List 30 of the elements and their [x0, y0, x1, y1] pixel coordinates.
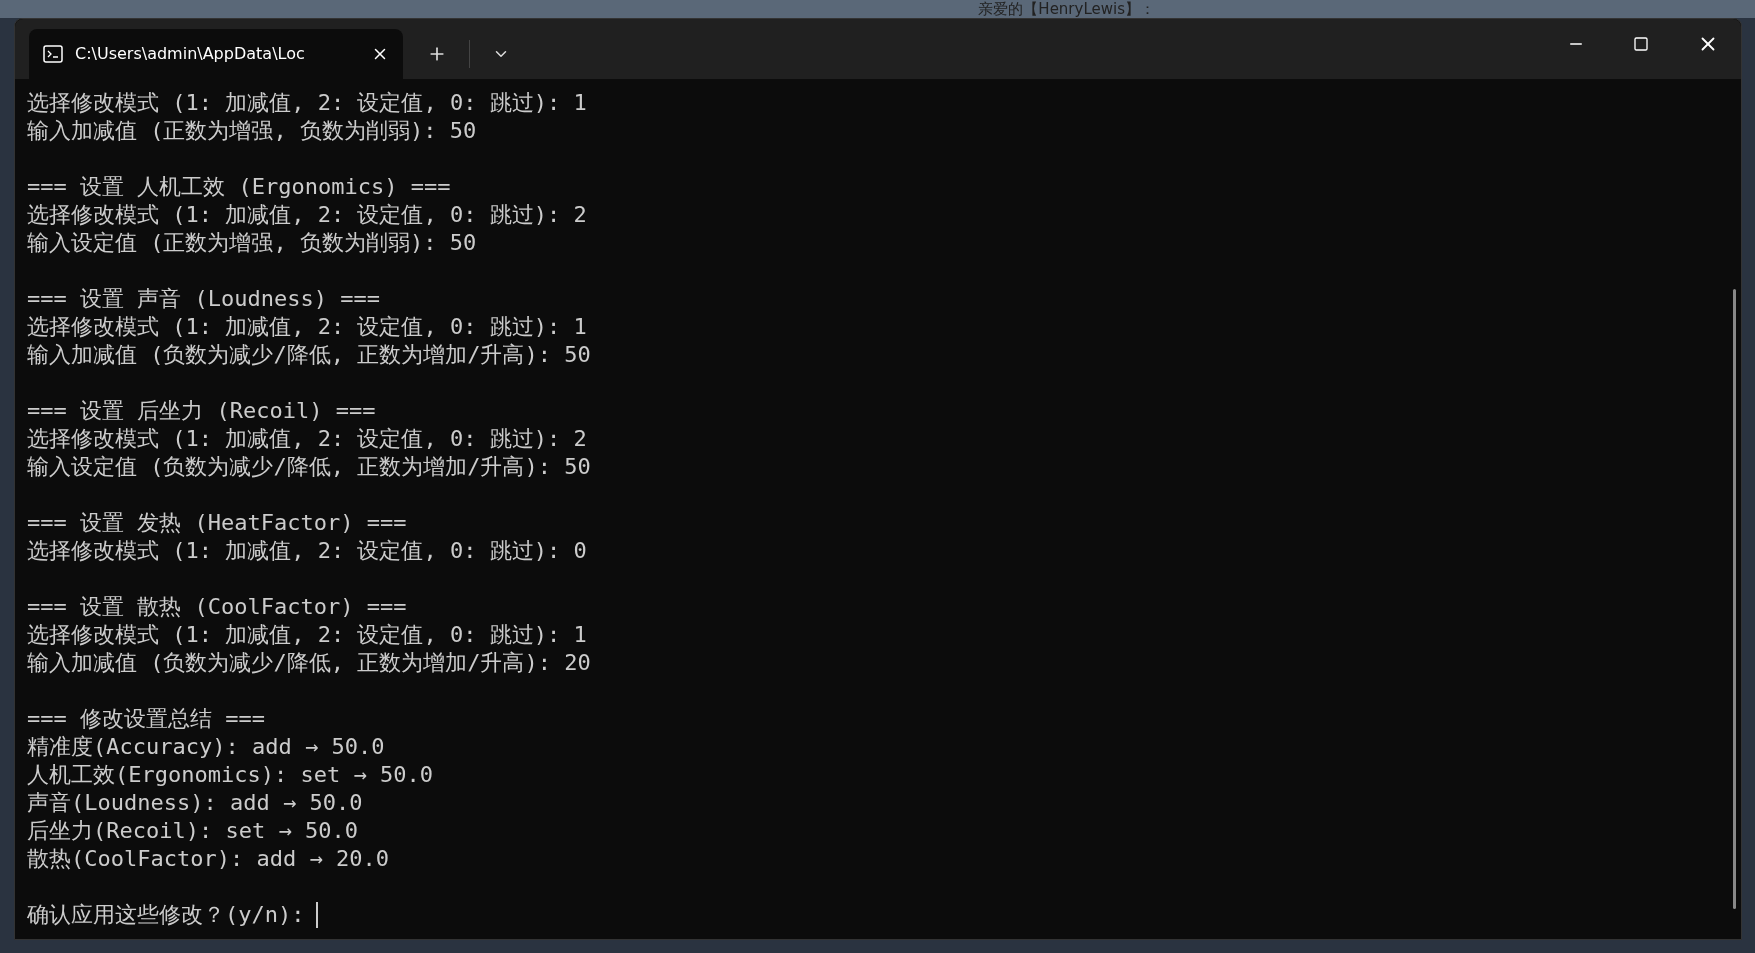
maximize-icon[interactable] [1633, 36, 1649, 52]
terminal-icon [43, 45, 63, 63]
console-line: === 设置 人机工效 (Ergonomics) === [27, 173, 452, 201]
scrollbar[interactable] [1732, 289, 1736, 909]
console-line: 输入设定值 (负数为减少/降低, 正数为增加/升高): 50 [27, 453, 592, 481]
console-line: 输入加减值 (正数为增强, 负数为削弱): 50 [27, 117, 478, 145]
console-line: 输入加减值 (负数为减少/降低, 正数为增加/升高): 50 [27, 341, 592, 369]
console-prompt: 确认应用这些修改？(y/n): [27, 901, 305, 929]
console-line: === 设置 散热 (CoolFactor) === [27, 593, 408, 621]
desktop-text: 亲爱的【HenryLewis】： [978, 0, 1155, 18]
console-line: 选择修改模式 (1: 加减值, 2: 设定值, 0: 跳过): 2 [27, 201, 588, 229]
tab-title: C:\Users\admin\AppData\Loc [75, 43, 306, 65]
console-line: 输入设定值 (正数为增强, 负数为削弱): 50 [27, 229, 478, 257]
console-line: 输入加减值 (负数为减少/降低, 正数为增加/升高): 20 [27, 649, 592, 677]
console-line: 散热(CoolFactor): add → 20.0 [27, 845, 390, 873]
console-line: 后坐力(Recoil): set → 50.0 [27, 817, 359, 845]
console-line: === 修改设置总结 === [27, 705, 266, 733]
console-line: 精准度(Accuracy): add → 50.0 [27, 733, 386, 761]
terminal-tab[interactable]: C:\Users\admin\AppData\Loc [29, 29, 403, 79]
console-line: 选择修改模式 (1: 加减值, 2: 设定值, 0: 跳过): 1 [27, 621, 588, 649]
console-line: 声音(Loudness): add → 50.0 [27, 789, 364, 817]
console-line: 选择修改模式 (1: 加减值, 2: 设定值, 0: 跳过): 0 [27, 537, 588, 565]
text-cursor [316, 902, 319, 928]
console-line: === 设置 发热 (HeatFactor) === [27, 509, 408, 537]
console-line: 选择修改模式 (1: 加减值, 2: 设定值, 0: 跳过): 1 [27, 313, 588, 341]
console-line: === 设置 后坐力 (Recoil) === [27, 397, 377, 425]
console-line: 选择修改模式 (1: 加减值, 2: 设定值, 0: 跳过): 1 [27, 89, 588, 117]
console-line: 选择修改模式 (1: 加减值, 2: 设定值, 0: 跳过): 2 [27, 425, 588, 453]
console-line: === 设置 声音 (Loudness) === [27, 285, 381, 313]
console-line: 人机工效(Ergonomics): set → 50.0 [27, 761, 434, 789]
